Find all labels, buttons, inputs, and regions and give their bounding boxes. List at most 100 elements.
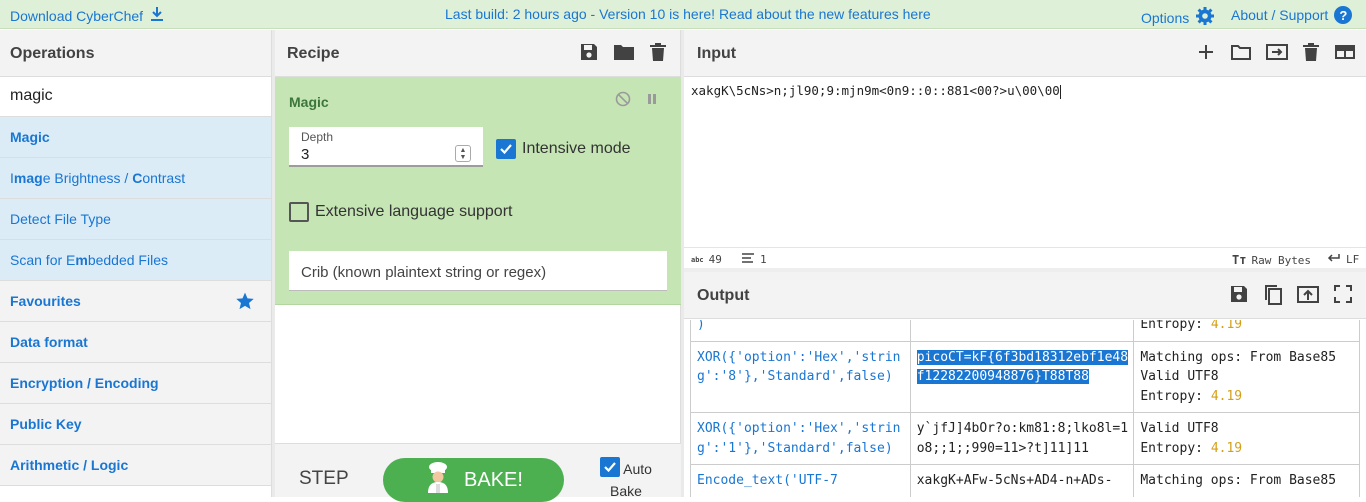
entropy-value: 4.19 <box>1210 320 1243 332</box>
properties-cell: Matching ops: From Base85 <box>1133 464 1360 497</box>
maximise-icon[interactable] <box>1333 284 1353 311</box>
new-features-link[interactable]: here <box>903 6 931 22</box>
op-text: Detect File Type <box>10 211 111 227</box>
load-recipe-folder-icon[interactable] <box>613 42 635 67</box>
properties-cell: Matching ops: From Base85 Valid UTF8 Ent… <box>1133 340 1360 413</box>
category-public-key[interactable]: Public Key <box>0 404 271 445</box>
options-button[interactable]: Options <box>1141 6 1215 29</box>
extensive-language-checkbox[interactable]: Extensive language support <box>289 202 512 222</box>
output-header: Output <box>684 272 1366 319</box>
result-cell <box>909 320 1135 342</box>
build-message-text: Last build: 2 hours ago - Version 10 is … <box>445 6 903 22</box>
entropy-value: 4.19 <box>1210 440 1243 456</box>
char-count-value: 49 <box>708 253 722 266</box>
operations-header: Operations <box>0 30 271 77</box>
recipe-toolbar <box>579 42 667 67</box>
gear-icon <box>1195 6 1215 29</box>
save-recipe-icon[interactable] <box>579 42 599 67</box>
output-toolbar <box>1229 284 1353 311</box>
clear-recipe-trash-icon[interactable] <box>649 42 667 67</box>
top-banner: Download CyberChef Last build: 2 hours a… <box>0 0 1366 29</box>
properties-text: Entropy: <box>1140 320 1211 332</box>
input-status-bar: abc 49 1 Tт Raw Bytes LF <box>684 247 1366 270</box>
op-text: Scan for E <box>10 252 76 268</box>
copy-output-icon[interactable] <box>1263 284 1283 311</box>
recipe-cell[interactable]: XOR({'option':'Hex','string':'1'},'Stand… <box>690 412 911 465</box>
encoding-selector[interactable]: Tт Raw Bytes <box>1232 253 1311 267</box>
line-count-value: 1 <box>760 253 767 266</box>
line-count: 1 <box>741 253 767 266</box>
add-tab-plus-icon[interactable] <box>1196 42 1216 67</box>
star-icon <box>235 291 255 314</box>
intensive-mode-checkbox[interactable]: Intensive mode <box>496 139 631 159</box>
properties-text: Valid UTF8 Entropy: <box>1140 421 1219 456</box>
depth-value: 3 <box>301 146 310 163</box>
auto-bake-checkbox[interactable]: Auto Bake <box>593 457 659 499</box>
checkbox-checked-icon <box>600 457 621 477</box>
op-text: e Brightness / <box>42 170 133 186</box>
op-result-detect-file-type[interactable]: Detect File Type <box>0 199 271 240</box>
reset-layout-icon[interactable] <box>1334 42 1356 67</box>
selected-result-text: picoCT=kF{6f3bd18312ebf1e48f122822009488… <box>916 349 1129 384</box>
step-button[interactable]: STEP <box>299 468 349 490</box>
bake-label: BAKE! <box>464 468 523 491</box>
op-match: Magic <box>10 129 50 145</box>
eol-selector[interactable]: LF <box>1327 253 1359 266</box>
options-label: Options <box>1141 9 1190 26</box>
properties-cell: Valid UTF8 Entropy: 4.19 <box>1133 412 1360 465</box>
op-result-magic[interactable]: Magic <box>0 117 271 158</box>
op-match: mag <box>13 170 43 186</box>
recipe-title: Recipe <box>287 45 340 62</box>
open-file-icon[interactable] <box>1266 42 1288 67</box>
op-result-image-brightness-contrast[interactable]: Image Brightness / Contrast <box>0 158 271 199</box>
recipe-cell[interactable]: XOR({'option':'Hex','string':'8'},'Stand… <box>690 340 911 413</box>
recipe-cell[interactable]: Encode_text('UTF-7 <box>690 464 911 497</box>
about-support-button[interactable]: About / Support ? <box>1231 6 1353 24</box>
download-link[interactable]: Download CyberChef <box>10 6 165 25</box>
checkbox-unchecked-icon <box>289 202 309 222</box>
save-output-icon[interactable] <box>1229 284 1249 311</box>
result-cell: picoCT=kF{6f3bd18312ebf1e48f122822009488… <box>909 340 1135 413</box>
op-result-scan-embedded-files[interactable]: Scan for Embedded Files <box>0 240 271 281</box>
open-folder-icon[interactable] <box>1230 42 1252 67</box>
table-row: Encode_text('UTF-7 xakgK+AFw-5cNs+AD4-n+… <box>690 464 1360 497</box>
category-label: Data format <box>10 334 88 350</box>
depth-field[interactable]: Depth 3 ▲ ▼ <box>289 127 483 167</box>
category-encryption-encoding[interactable]: Encryption / Encoding <box>0 363 271 404</box>
recipe-header: Recipe <box>275 30 680 77</box>
operations-title: Operations <box>10 45 95 62</box>
input-textarea[interactable]: xakgK\5cNs>n;jl90;9:mjn9m<0n9::0::881<00… <box>691 83 1061 99</box>
table-row: ) Entropy: 4.19 <box>690 320 1360 342</box>
category-data-format[interactable]: Data format <box>0 322 271 363</box>
pause-op-icon[interactable] <box>645 91 659 112</box>
category-label: Public Key <box>10 416 82 432</box>
entropy-value: 4.19 <box>1210 388 1243 404</box>
magic-results-table[interactable]: ) Entropy: 4.19 XOR({'option':'Hex','str… <box>690 320 1360 497</box>
clear-input-trash-icon[interactable] <box>1302 42 1320 67</box>
disable-op-icon[interactable] <box>615 91 631 112</box>
properties-cell: Entropy: 4.19 <box>1133 320 1360 342</box>
category-favourites[interactable]: Favourites <box>0 281 271 322</box>
output-pane: Output ) Entropy: 4.19 XOR({'option':'He… <box>684 272 1366 497</box>
recipe-op-title: Magic <box>289 94 329 110</box>
input-toolbar <box>1196 42 1356 67</box>
result-cell: xakgK+AFw-5cNs+AD4-n+ADs- <box>909 464 1135 497</box>
crib-input[interactable]: Crib (known plaintext string or regex) <box>289 251 667 291</box>
bake-bar: STEP BAKE! Auto Bake <box>275 443 681 502</box>
build-message: Last build: 2 hours ago - Version 10 is … <box>445 6 931 22</box>
table-row: XOR({'option':'Hex','string':'1'},'Stand… <box>690 412 1360 465</box>
output-title: Output <box>697 287 750 304</box>
category-arithmetic-logic[interactable]: Arithmetic / Logic <box>0 445 271 486</box>
recipe-op-controls <box>615 91 659 112</box>
recipe-cell[interactable]: ) <box>690 320 911 342</box>
lines-icon <box>741 253 755 266</box>
op-match: C <box>132 170 143 186</box>
bake-button[interactable]: BAKE! <box>383 458 564 502</box>
replace-input-icon[interactable] <box>1297 284 1319 311</box>
input-header: Input <box>684 30 1366 77</box>
input-pane: Input xakgK\5cNs>n;jl90;9:mjn9m<0n9::0::… <box>684 30 1366 270</box>
operations-search-input[interactable]: magic <box>0 77 271 117</box>
result-cell: y`jfJ]4bOr?o:km81:8;lko8l=1o8;;1;;990=11… <box>909 412 1135 465</box>
depth-spinner-icon[interactable]: ▲ ▼ <box>455 145 471 162</box>
category-label: Arithmetic / Logic <box>10 457 129 473</box>
